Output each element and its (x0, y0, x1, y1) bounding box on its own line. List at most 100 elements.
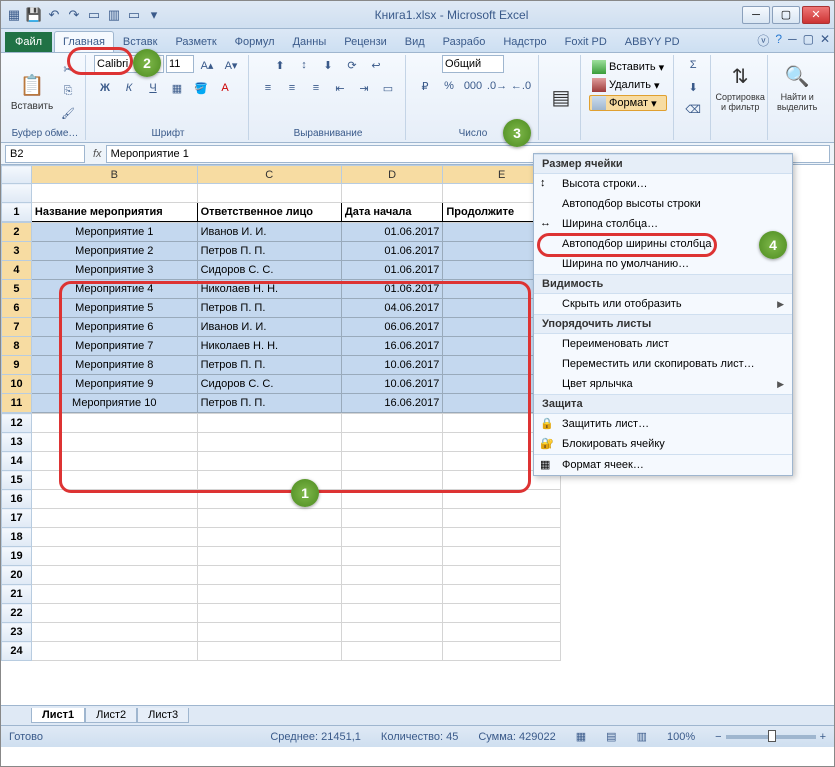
view-normal-icon[interactable]: ▦ (576, 730, 586, 743)
number-format[interactable]: Общий (442, 55, 504, 73)
menu-protect-sheet[interactable]: 🔒Защитить лист… (534, 414, 792, 434)
empty-cell[interactable] (197, 623, 341, 642)
cell-name[interactable]: Мероприятие 6 (31, 318, 197, 337)
minimize-ribbon-icon[interactable]: ⓥ (757, 32, 769, 49)
cell-date[interactable]: 01.06.2017 (341, 223, 443, 242)
align-bottom-icon[interactable]: ⬇ (317, 55, 339, 75)
sort-filter-button[interactable]: ⇅ Сортировка и фильтр (719, 55, 761, 119)
cell-person[interactable]: Петров П. П. (197, 356, 341, 375)
menu-tab-color[interactable]: Цвет ярлычка▶ (534, 374, 792, 394)
empty-cell[interactable] (341, 623, 443, 642)
cell-date[interactable]: 16.06.2017 (341, 337, 443, 356)
sheet-tab-1[interactable]: Лист1 (31, 708, 85, 723)
empty-cell[interactable] (197, 414, 341, 433)
empty-cell[interactable] (341, 585, 443, 604)
row-hdr[interactable]: 19 (2, 547, 32, 566)
view-layout-icon[interactable]: ▤ (606, 730, 616, 743)
col-d[interactable]: D (341, 166, 443, 184)
format-painter-icon[interactable]: 🖌 (57, 104, 79, 124)
empty-cell[interactable] (197, 566, 341, 585)
comma-icon[interactable]: 000 (462, 76, 484, 96)
cell-person[interactable]: Николаев Н. Н. (197, 280, 341, 299)
header-person[interactable]: Ответственное лицо (197, 203, 341, 222)
font-size[interactable]: 11 (166, 55, 194, 73)
paste-button[interactable]: 📋 Вставить (11, 60, 53, 124)
empty-cell[interactable] (341, 471, 443, 490)
empty-cell[interactable] (341, 414, 443, 433)
row-hdr[interactable]: 7 (2, 318, 32, 337)
currency-icon[interactable]: ₽ (414, 76, 436, 96)
row-hdr[interactable]: 18 (2, 528, 32, 547)
empty-cell[interactable] (341, 604, 443, 623)
cells-format[interactable]: Формат▾ (589, 95, 667, 111)
row-hdr[interactable]: 2 (2, 223, 32, 242)
zoom-slider[interactable]: − + (715, 731, 826, 743)
menu-lock-cell[interactable]: 🔐Блокировать ячейку (534, 434, 792, 454)
save-icon[interactable]: 💾 (25, 6, 43, 24)
menu-hide-show[interactable]: Скрыть или отобразить▶ (534, 294, 792, 314)
tab-home[interactable]: Главная (54, 31, 114, 52)
align-top-icon[interactable]: ⬆ (269, 55, 291, 75)
empty-cell[interactable] (31, 566, 197, 585)
empty-cell[interactable] (31, 547, 197, 566)
close-button[interactable]: ✕ (802, 6, 830, 24)
row-hdr[interactable]: 4 (2, 261, 32, 280)
tab-data[interactable]: Данны (284, 31, 336, 52)
empty-cell[interactable] (341, 547, 443, 566)
empty-cell[interactable] (197, 452, 341, 471)
name-box[interactable]: B2 (5, 145, 85, 163)
font-color-icon[interactable]: A (214, 78, 236, 98)
row-hdr[interactable]: 20 (2, 566, 32, 585)
empty-cell[interactable] (443, 604, 561, 623)
menu-default-width[interactable]: Ширина по умолчанию… (534, 254, 792, 274)
cell-name[interactable]: Мероприятие 8 (31, 356, 197, 375)
empty-cell[interactable] (197, 547, 341, 566)
cell-date[interactable]: 04.06.2017 (341, 299, 443, 318)
row-hdr[interactable]: 10 (2, 375, 32, 394)
find-select-button[interactable]: 🔍 Найти и выделить (776, 55, 818, 119)
row-1[interactable]: 1 (2, 203, 32, 222)
view-break-icon[interactable]: ▥ (637, 730, 647, 743)
window-minimize-icon[interactable]: ─ (788, 32, 797, 49)
fill-icon[interactable]: ⬇ (682, 77, 704, 97)
cell-date[interactable]: 01.06.2017 (341, 280, 443, 299)
empty-cell[interactable] (197, 509, 341, 528)
empty-cell[interactable] (341, 452, 443, 471)
cell-person[interactable]: Сидоров С. С. (197, 375, 341, 394)
align-left-icon[interactable]: ≡ (257, 78, 279, 98)
cell-person[interactable]: Иванов И. И. (197, 318, 341, 337)
row-hdr[interactable]: 13 (2, 433, 32, 452)
qat-icon[interactable]: ▭ (85, 6, 103, 24)
empty-cell[interactable] (443, 566, 561, 585)
empty-cell[interactable] (31, 509, 197, 528)
row-hdr[interactable]: 14 (2, 452, 32, 471)
wrap-text-icon[interactable]: ↩ (365, 55, 387, 75)
tab-insert[interactable]: Вставк (114, 31, 167, 52)
menu-move-copy[interactable]: Переместить или скопировать лист… (534, 354, 792, 374)
cell-name[interactable]: Мероприятие 1 (31, 223, 197, 242)
file-tab[interactable]: Файл (5, 32, 52, 52)
empty-cell[interactable] (443, 490, 561, 509)
empty-cell[interactable] (31, 623, 197, 642)
window-close-icon[interactable]: ✕ (820, 32, 830, 49)
window-restore-icon[interactable]: ▢ (803, 32, 814, 49)
cell-name[interactable]: Мероприятие 2 (31, 242, 197, 261)
row-hdr[interactable]: 15 (2, 471, 32, 490)
maximize-button[interactable]: ▢ (772, 6, 800, 24)
tab-foxit[interactable]: Foxit PD (556, 31, 616, 52)
row-hdr[interactable]: 11 (2, 394, 32, 413)
cell-date[interactable]: 06.06.2017 (341, 318, 443, 337)
empty-cell[interactable] (443, 623, 561, 642)
header-date[interactable]: Дата начала (341, 203, 443, 222)
empty-cell[interactable] (31, 490, 197, 509)
empty-cell[interactable] (31, 528, 197, 547)
redo-icon[interactable]: ↷ (65, 6, 83, 24)
styles-button[interactable]: ▤ (547, 65, 575, 129)
sheet-tab-3[interactable]: Лист3 (137, 708, 189, 723)
cell-person[interactable]: Петров П. П. (197, 242, 341, 261)
undo-icon[interactable]: ↶ (45, 6, 63, 24)
empty-cell[interactable] (31, 642, 197, 661)
row-hdr[interactable]: 22 (2, 604, 32, 623)
cell-person[interactable]: Петров П. П. (197, 394, 341, 413)
cell-person[interactable]: Иванов И. И. (197, 223, 341, 242)
